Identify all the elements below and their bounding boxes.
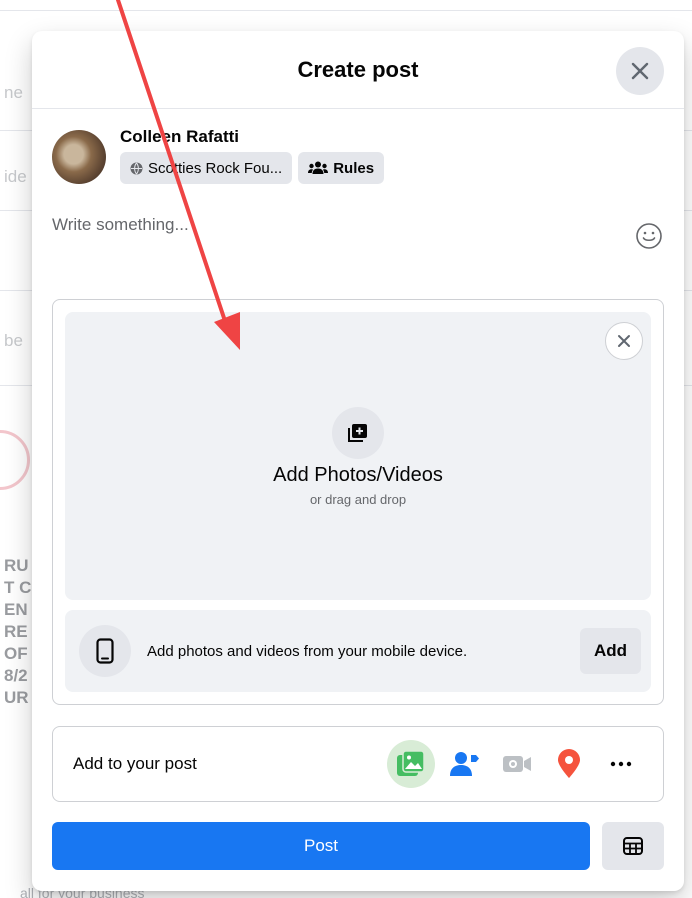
post-text-input[interactable]: Write something... bbox=[52, 215, 189, 235]
globe-icon bbox=[130, 162, 143, 175]
photo-video-button[interactable] bbox=[387, 740, 435, 788]
avatar[interactable] bbox=[52, 130, 106, 184]
add-photos-title: Add Photos/Videos bbox=[273, 464, 443, 486]
schedule-button[interactable] bbox=[602, 822, 664, 870]
check-in-icon bbox=[558, 749, 580, 778]
add-photo-icon bbox=[348, 424, 367, 442]
phone-icon-circle bbox=[79, 625, 131, 677]
background-text: OF bbox=[4, 644, 28, 663]
photo-video-icon bbox=[397, 750, 425, 776]
close-button[interactable] bbox=[616, 47, 664, 95]
background-text: T C bbox=[4, 578, 32, 597]
background-text: UR bbox=[4, 688, 29, 707]
close-icon bbox=[631, 62, 649, 80]
mobile-upload-text: Add photos and videos from your mobile d… bbox=[147, 642, 468, 660]
add-to-post-label: Add to your post bbox=[73, 754, 197, 773]
remove-media-button[interactable] bbox=[605, 322, 643, 360]
post-actions: Post bbox=[52, 822, 664, 870]
add-to-post-bar: Add to your post bbox=[52, 726, 664, 802]
background-text: ne bbox=[4, 83, 23, 102]
author-info: Colleen Rafatti Scotties Rock Fou... Rul… bbox=[120, 126, 385, 184]
tag-people-icon bbox=[450, 752, 479, 776]
dialog-header: Create post bbox=[32, 31, 684, 109]
divider bbox=[0, 10, 692, 11]
more-icon bbox=[610, 761, 632, 767]
media-upload-box: Add Photos/Videos or drag and drop Add p… bbox=[52, 299, 664, 705]
live-video-button[interactable] bbox=[495, 742, 539, 786]
rules-button[interactable]: Rules bbox=[298, 152, 385, 184]
add-from-mobile-button[interactable]: Add bbox=[579, 628, 641, 674]
audience-chips: Scotties Rock Fou... Rules bbox=[120, 152, 385, 184]
photo-drop-zone[interactable]: Add Photos/Videos or drag and drop bbox=[65, 312, 651, 600]
more-options-button[interactable] bbox=[599, 742, 643, 786]
audience-label: Scotties Rock Fou... bbox=[148, 159, 283, 177]
drag-drop-hint: or drag and drop bbox=[309, 492, 407, 507]
check-in-button[interactable] bbox=[547, 742, 591, 786]
background-text: RE bbox=[4, 622, 28, 641]
live-video-icon bbox=[503, 756, 531, 772]
tag-people-button[interactable] bbox=[443, 742, 487, 786]
post-button[interactable]: Post bbox=[52, 822, 590, 870]
author-name: Colleen Rafatti bbox=[120, 127, 240, 146]
add-to-post-icons bbox=[387, 740, 643, 788]
rules-label: Rules bbox=[333, 159, 375, 177]
background-text: RU bbox=[4, 556, 29, 575]
background-logo bbox=[0, 430, 30, 490]
close-icon bbox=[618, 335, 630, 347]
emoji-button[interactable] bbox=[634, 221, 664, 251]
dialog-title: Create post bbox=[297, 56, 419, 82]
create-post-dialog: Create post Colleen Rafatti Scotties Roc bbox=[32, 31, 684, 891]
phone-icon bbox=[96, 638, 114, 664]
mobile-upload-row: Add photos and videos from your mobile d… bbox=[65, 610, 651, 692]
background-text: ide bbox=[4, 167, 27, 186]
background-text: 8/2 bbox=[4, 666, 28, 685]
background-text: be bbox=[4, 331, 23, 350]
add-media-icon-circle bbox=[332, 407, 384, 459]
group-icon bbox=[308, 161, 329, 175]
audience-selector[interactable]: Scotties Rock Fou... bbox=[120, 152, 293, 184]
background-text: EN bbox=[4, 600, 28, 619]
post-author: Colleen Rafatti Scotties Rock Fou... Rul… bbox=[52, 126, 385, 187]
calendar-icon bbox=[623, 837, 643, 855]
emoji-icon bbox=[636, 223, 662, 249]
